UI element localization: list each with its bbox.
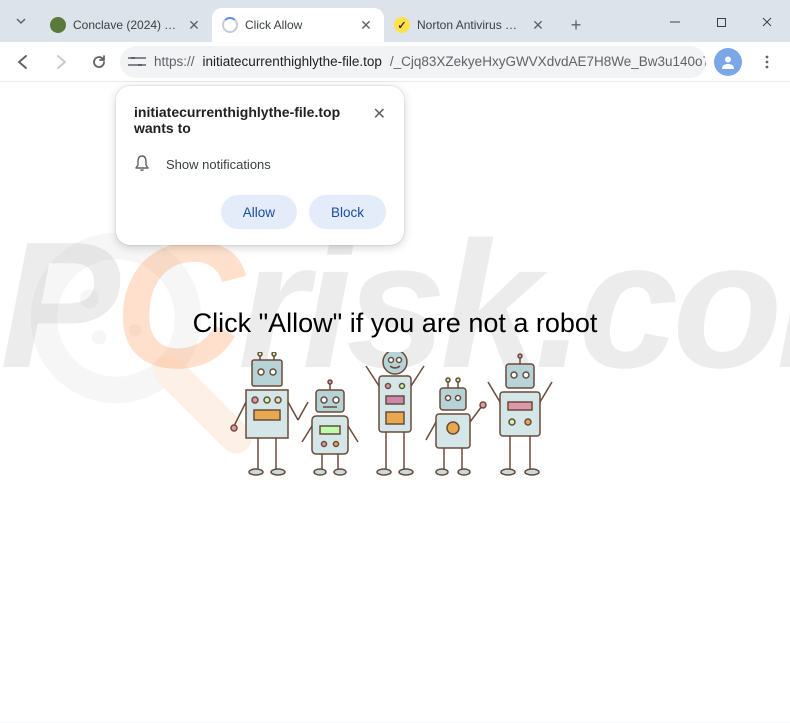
tab-title: Click Allow (245, 18, 351, 32)
profile-avatar[interactable] (714, 48, 742, 76)
reload-button[interactable] (82, 45, 116, 79)
robots-illustration (230, 352, 560, 492)
permission-site: initiatecurrenthighlythe-file.top (134, 104, 340, 120)
tab-search-button[interactable] (8, 6, 34, 36)
close-icon[interactable]: ✕ (530, 17, 546, 33)
titlebar: Conclave (2024) YIFY - Do ✕ Click Allow … (0, 0, 790, 42)
permission-wants: wants to (134, 120, 340, 136)
page-content: PCrisk.com Click "Allow" if you are not … (0, 82, 790, 722)
maximize-button[interactable] (698, 2, 744, 42)
minimize-button[interactable] (652, 2, 698, 42)
toolbar: https:// initiatecurrenthighlythe-file.to… (0, 42, 790, 82)
url-host: initiatecurrenthighlythe-file.top (203, 54, 382, 69)
url-path: /_Cjq83XZekyeHxyGWVXdvdAE7H8We_Bw3u140o7… (390, 54, 706, 69)
new-tab-button[interactable]: + (562, 11, 590, 39)
site-settings-icon[interactable] (128, 50, 146, 74)
url-scheme: https:// (154, 54, 195, 69)
menu-button[interactable] (750, 45, 784, 79)
allow-button[interactable]: Allow (221, 195, 297, 229)
favicon-loading-icon (222, 17, 238, 33)
page-headline: Click "Allow" if you are not a robot (0, 308, 790, 339)
favicon-norton-icon (394, 17, 410, 33)
tab-strip: Conclave (2024) YIFY - Do ✕ Click Allow … (40, 8, 652, 42)
tab-conclave[interactable]: Conclave (2024) YIFY - Do ✕ (40, 8, 212, 42)
watermark-glass-icon (20, 222, 260, 462)
close-icon[interactable]: ✕ (186, 17, 202, 33)
notification-permission-popup: initiatecurrenthighlythe-file.top wants … (116, 86, 404, 245)
address-bar[interactable]: https:// initiatecurrenthighlythe-file.to… (120, 46, 706, 78)
permission-label: Show notifications (166, 157, 271, 172)
tab-title: Norton Antivirus Plus (417, 18, 523, 32)
bell-icon (134, 154, 150, 175)
close-icon[interactable]: ✕ (358, 17, 374, 33)
forward-button[interactable] (44, 45, 78, 79)
window-controls (652, 2, 790, 42)
tab-norton[interactable]: Norton Antivirus Plus ✕ (384, 8, 556, 42)
back-button[interactable] (6, 45, 40, 79)
tab-title: Conclave (2024) YIFY - Do (73, 18, 179, 32)
close-window-button[interactable] (744, 2, 790, 42)
block-button[interactable]: Block (309, 195, 386, 229)
close-icon[interactable]: ✕ (373, 104, 386, 124)
tab-click-allow[interactable]: Click Allow ✕ (212, 8, 384, 42)
favicon-yify (50, 17, 66, 33)
permission-entry: Show notifications (134, 154, 386, 175)
